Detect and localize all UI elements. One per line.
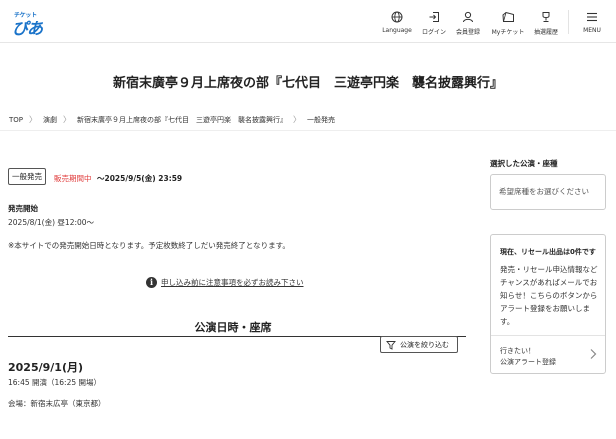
sale-note: ※本サイトでの発売開始日時となります。予定枚数終了しだい発売終了となります。 [8, 241, 290, 250]
trophy-icon [542, 12, 550, 22]
nav-language-label: Language [382, 27, 412, 34]
performance-venue: 会場：新宿末広亭（東京都） [8, 399, 106, 408]
nav-lottery-history[interactable]: 抽選履歴 [531, 0, 561, 42]
alert-register-line1[interactable]: 行きたい！ [500, 346, 535, 356]
performance-time: 16:45 開演（16:25 開場） [8, 378, 101, 387]
breadcrumb: TOP 〉 演劇 〉 新宿末廣亭９月上席夜の部『七代目 三遊亭円楽 襲名披露興行… [9, 114, 335, 125]
nav-register-label: 会員登録 [455, 29, 480, 36]
notice-link-text[interactable]: 申し込み前に注意事項を必ずお読み下さい [161, 277, 304, 288]
login-icon [429, 12, 439, 22]
site-header: チケット ぴあ Language ログイン 会員登録 Myチケット 抽選履歴 M… [0, 0, 616, 43]
logo-main-text: ぴあ [12, 19, 43, 38]
page-title: 新宿末廣亭９月上席夜の部『七代目 三遊亭円楽 襲名披露興行』 [112, 76, 503, 91]
ticket-icon [501, 11, 514, 22]
performance-date: 2025/9/1(月) [8, 361, 84, 374]
nav-login-label: ログイン [421, 29, 446, 36]
sale-type-tag: 一般発売 [8, 168, 46, 185]
breadcrumb-chevron-icon: 〉 [63, 115, 72, 124]
notice-link[interactable]: i 申し込み前に注意事項を必ずお読み下さい [146, 277, 304, 288]
sale-start-date: 2025/8/1(金) 昼12:00〜 [8, 218, 95, 227]
nav-register[interactable]: 会員登録 [453, 0, 483, 42]
chevron-right-icon[interactable] [589, 348, 597, 360]
selected-seat-box: 希望席種をお選びください [490, 174, 606, 210]
breadcrumb-chevron-icon: 〉 [29, 115, 38, 124]
nav-language[interactable]: Language [381, 0, 413, 42]
nav-lottery-history-label: 抽選履歴 [533, 29, 558, 36]
alert-register-line2[interactable]: 公演アラート登録 [500, 357, 556, 367]
resale-title: 現在、リセール出品は0件です [500, 248, 596, 256]
breadcrumb-current: 一般発売 [307, 115, 336, 124]
sale-status: 販売期間中 [54, 174, 92, 183]
filter-performances-button[interactable]: 公演を絞り込む [380, 336, 458, 353]
nav-menu[interactable]: MENU [578, 0, 606, 42]
nav-my-ticket[interactable]: Myチケット [488, 0, 528, 42]
breadcrumb-event[interactable]: 新宿末廣亭９月上席夜の部『七代目 三遊亭円楽 襲名披露興行』 [77, 115, 287, 125]
user-icon [463, 11, 473, 23]
breadcrumb-top[interactable]: TOP [9, 116, 23, 124]
hamburger-icon [587, 12, 597, 22]
header-divider [568, 10, 569, 34]
info-icon: i [146, 277, 157, 288]
filter-performances-label: 公演を絞り込む [400, 340, 449, 349]
breadcrumb-divider [0, 130, 616, 131]
globe-icon [391, 11, 403, 23]
pia-logo[interactable]: チケット ぴあ [12, 10, 46, 38]
filter-icon [386, 340, 396, 350]
breadcrumb-theater[interactable]: 演劇 [43, 115, 57, 125]
breadcrumb-chevron-icon: 〉 [293, 115, 302, 124]
resale-body: 発売・リセール申込情報などチャンスがあればメールでお知らせ！こちらのボタンからア… [500, 265, 598, 326]
sale-end-date: 〜2025/9/5(金) 23:59 [97, 174, 183, 183]
performance-section-title: 公演日時・座席 [194, 321, 272, 334]
sale-start-label: 発売開始 [8, 204, 38, 213]
selected-seat-label: 選択した公演・座種 [490, 159, 558, 168]
nav-my-ticket-label: Myチケット [491, 29, 525, 36]
resale-divider [491, 335, 605, 336]
nav-login[interactable]: ログイン [419, 0, 449, 42]
nav-menu-label: MENU [583, 27, 601, 34]
resale-alert-box: 現在、リセール出品は0件です 発売・リセール申込情報などチャンスがあればメールで… [490, 234, 606, 374]
